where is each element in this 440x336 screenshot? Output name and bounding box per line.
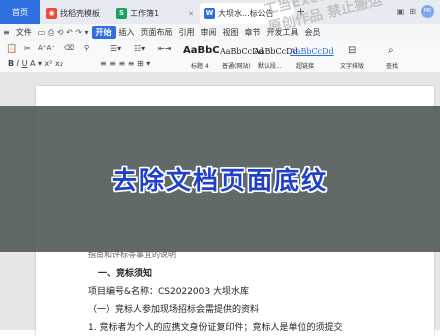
menu-member[interactable]: 会员 <box>302 27 324 38</box>
bullet-list-icon[interactable]: ☰▾ <box>110 44 121 53</box>
style-label-default: 默认段... <box>258 63 282 70</box>
numbered-list-icon[interactable]: ☷▾ <box>134 44 145 53</box>
menu-page-layout[interactable]: 页面布局 <box>138 27 176 38</box>
menu-bar: ≡ 文件 ▭ ⎙ ⟲ ↶ ↷ ▾ 开始 插入 页面布局 引用 审阅 视图 章节 … <box>0 24 440 41</box>
menu-start[interactable]: 开始 <box>91 26 116 39</box>
tab-home[interactable]: 首页 <box>0 0 40 24</box>
doc-project: 项目编号&名称：CS2022003 大坝水库 <box>88 287 249 297</box>
menu-developer[interactable]: 开发工具 <box>264 27 302 38</box>
toolbar-quick-icons[interactable]: ▭ ⎙ ⟲ ↶ ↷ ▾ <box>35 28 92 38</box>
text-layout-icon[interactable]: ⊟ <box>348 45 356 56</box>
tutorial-overlay: 去除文档页面底纹 <box>0 106 440 252</box>
spreadsheet-icon: S <box>116 8 127 19</box>
writer-icon: W <box>204 8 215 19</box>
font-size-up-icon[interactable]: A⁺A⁻ <box>38 44 55 52</box>
hamburger-icon[interactable]: ≡ <box>0 28 13 37</box>
clear-format-icon[interactable]: ⌫ <box>64 44 74 52</box>
doc-sub1: （一）竞标人参加现场招标会需提供的资料 <box>88 305 260 315</box>
docer-icon: ◉ <box>46 8 57 19</box>
tab-bar: 首页 ◉ 找稻壳模板 S 工作簿1 ✕ W 大坝水...标公告 + ▣ ⊞ MK <box>0 0 440 24</box>
style-label-hyperlink: 超链接 <box>296 63 315 70</box>
window-tools: ▣ ⊞ MK <box>397 5 434 18</box>
menu-chapter[interactable]: 章节 <box>242 27 264 38</box>
align-icons[interactable]: ≡ ≡ ≡ ≡ ⊞ ▾ <box>100 59 150 68</box>
bold-icon[interactable]: B I U A ▾ x² x₂ <box>8 59 63 68</box>
indent-icon[interactable]: ⇤⇥ <box>158 44 171 53</box>
doc-item1: 1. 竞标者为个人的应携文身份证复印件；竞标人是单位的须提交 <box>88 323 343 333</box>
close-icon[interactable]: ✕ <box>188 10 194 18</box>
menu-review[interactable]: 审阅 <box>198 27 220 38</box>
ribbon: 📋 ✂ A⁺A⁻ ⌫ ⚲ ☰▾ ☷▾ ⇤⇥ B I U A ▾ x² x₂ ≡ … <box>0 41 440 73</box>
format-painter-icon[interactable]: ⚲ <box>84 44 89 52</box>
menu-insert[interactable]: 插入 <box>116 27 138 38</box>
add-tab-button[interactable]: + <box>296 5 305 18</box>
doc-heading: 一、竞标须知 <box>98 269 153 279</box>
style-label-heading4: 标题 4 <box>191 63 209 70</box>
menu-references[interactable]: 引用 <box>176 27 198 38</box>
menu-file[interactable]: 文件 <box>13 27 35 38</box>
tab-home-label: 首页 <box>12 7 28 17</box>
tab-workbook[interactable]: S 工作簿1 ✕ <box>112 3 198 24</box>
menu-view[interactable]: 视图 <box>220 27 242 38</box>
style-label-normal-web: 普通(网站) <box>222 63 251 70</box>
overlay-title: 去除文档页面底纹 <box>111 166 328 195</box>
avatar[interactable]: MK <box>421 5 434 18</box>
grid-icon[interactable]: ⊞ <box>409 7 416 16</box>
layout-icon[interactable]: ▣ <box>397 7 405 16</box>
tab-workbook-label: 工作簿1 <box>130 9 160 18</box>
find-replace-label[interactable]: 查找 <box>386 61 398 70</box>
style-sample-hyperlink[interactable]: AaBbCcDd <box>290 47 334 62</box>
tab-document-label: 大坝水...标公告 <box>218 9 274 18</box>
cut-icon[interactable]: ✂ <box>24 44 31 53</box>
paste-icon[interactable]: 📋 <box>6 44 17 54</box>
text-layout-label[interactable]: 文字排版 <box>340 61 364 70</box>
find-replace-icon[interactable]: ⌕ <box>388 45 394 56</box>
tab-document[interactable]: W 大坝水...标公告 <box>200 3 294 24</box>
style-sample-heading4[interactable]: AaBbC <box>183 45 220 60</box>
tab-template-label: 找稻壳模板 <box>60 9 100 18</box>
